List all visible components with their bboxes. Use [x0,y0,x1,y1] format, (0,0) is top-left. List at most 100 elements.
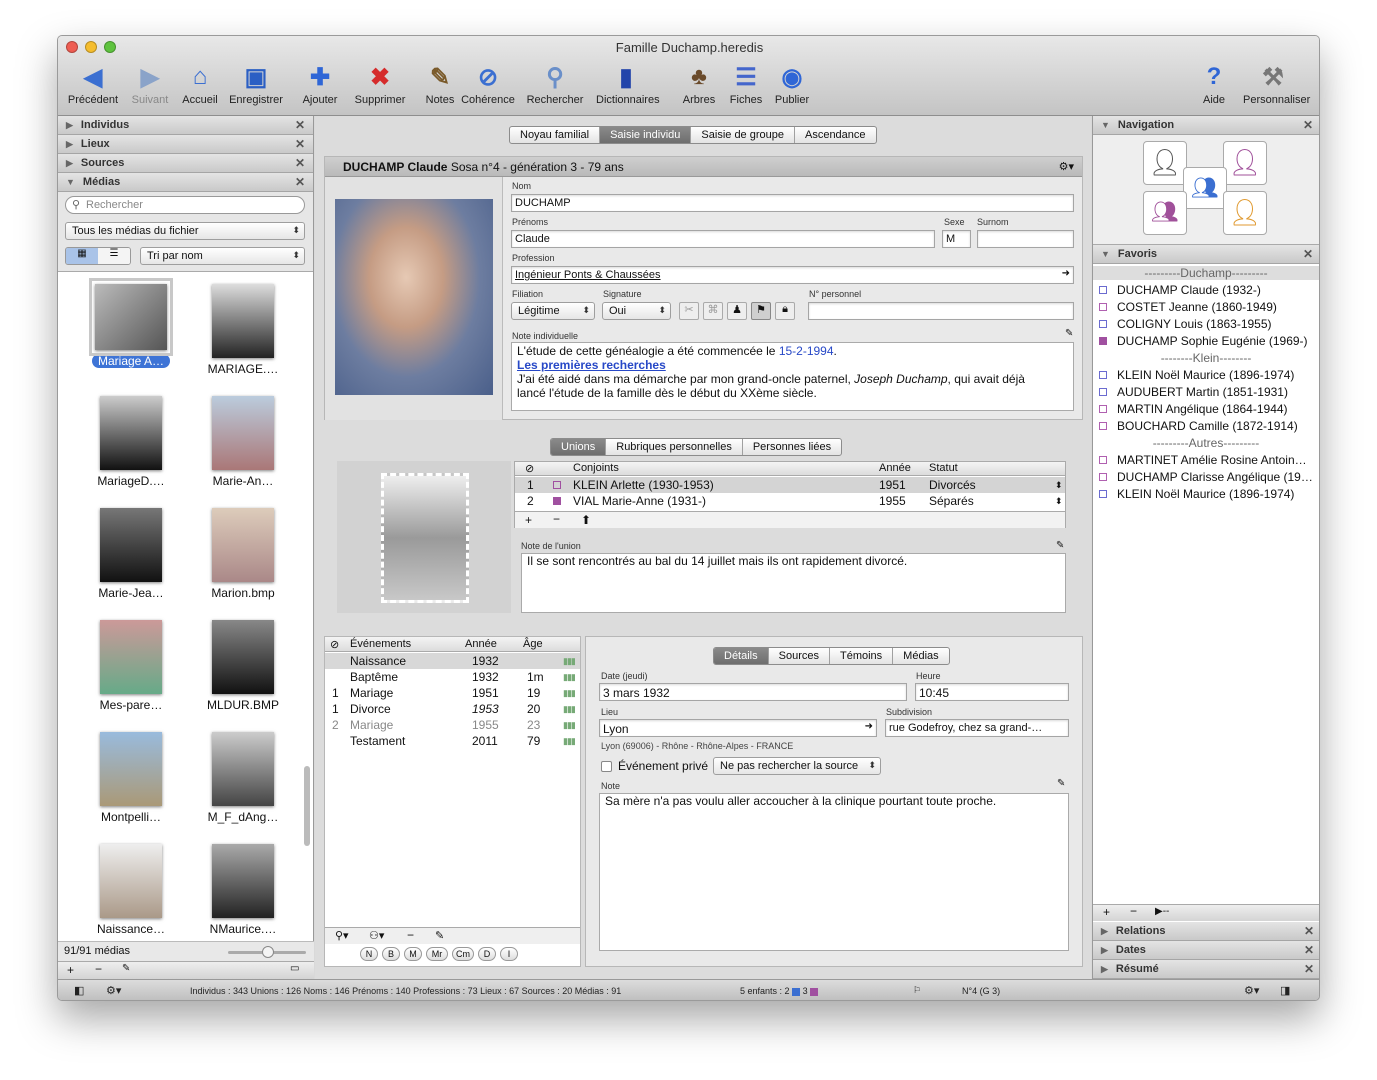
favori-item[interactable]: BOUCHARD Camille (1872-1914) [1099,419,1298,433]
prenoms-field[interactable]: Claude [511,230,935,248]
dates-header[interactable]: ▶ Dates ✕ [1093,941,1319,960]
event-filter-button[interactable]: N [360,947,378,961]
media-filter-select[interactable]: Tous les médias du fichier [65,222,305,240]
gear-icon[interactable]: ⚙▾ [106,984,121,997]
section-lieux[interactable]: ▶ Lieux ✕ [58,135,313,154]
col-statut[interactable]: Statut [929,462,958,474]
toolbar-home-button[interactable]: ⌂ Accueil [170,62,230,106]
event-filter-button[interactable]: M [404,947,422,961]
flag-icon[interactable]: ⚑ [751,302,771,320]
lieu-field[interactable]: Lyon ➜ [599,719,877,737]
gear-icon[interactable]: ⚙▾ [1059,160,1074,173]
signature-select[interactable]: Oui [602,302,671,320]
separator-button[interactable]: ▶-- [1155,906,1169,917]
tab-personnes-liées[interactable]: Personnes liées [743,439,841,455]
media-thumbnail[interactable]: Marie-Jea… [76,504,186,614]
event-filter-button[interactable]: I [500,947,518,961]
panel-toggle-icon[interactable]: ◨ [1280,984,1290,997]
section-medias[interactable]: ▼ Médias ✕ [58,173,313,192]
favori-item[interactable]: COLIGNY Louis (1863-1955) [1099,317,1272,331]
col-conjoints[interactable]: Conjoints [573,462,619,474]
father-icon[interactable]: 👤︎ [1143,141,1187,185]
spouse-icon[interactable]: 👥︎ [1143,191,1187,235]
favori-item[interactable]: DUCHAMP Claude (1932-) [1099,283,1261,297]
toolbar-tools-button[interactable]: ⚒ Personnaliser [1243,62,1310,107]
prive-checkbox[interactable] [601,761,612,772]
stepper-icon[interactable]: ⬍ [1055,480,1063,491]
close-icon[interactable]: ✕ [295,175,305,189]
favori-item[interactable]: AUDUBERT Martin (1851-1931) [1099,385,1288,399]
favoris-header[interactable]: ▼ Favoris ✕ [1093,245,1319,264]
family-icon[interactable]: 👥︎ [1183,167,1227,209]
book-icon[interactable]: ▭ [290,963,299,974]
remove-favori-button[interactable]: − [1130,904,1137,918]
sidebar-toggle-icon[interactable]: ◧ [74,984,84,997]
portrait-photo[interactable] [335,199,493,395]
toolbar-magnifier-button[interactable]: ⚲ Rechercher [525,62,585,107]
mother-icon[interactable]: 👤︎ [1223,141,1267,185]
toolbar-delete-x-button[interactable]: ✖ Supprimer [350,62,410,107]
col-annee[interactable]: Année [879,462,911,474]
event-row[interactable]: Baptême 1932 1m ▮▮▮ [325,669,580,685]
tab-sources[interactable]: Sources [769,648,830,664]
tab-saisie-de-groupe[interactable]: Saisie de groupe [691,127,795,143]
note-link[interactable]: Les premières recherches [517,358,1068,372]
event-row[interactable]: 1 Divorce 1953 20 ▮▮▮ [325,701,580,717]
surnom-field[interactable] [977,230,1074,248]
media-thumbnail[interactable]: MariageD.… [76,392,186,502]
up-arrow-icon[interactable]: ⬆ [581,513,591,527]
tab-rubriques-personnelles[interactable]: Rubriques personnelles [606,439,743,455]
tab-témoins[interactable]: Témoins [830,648,894,664]
close-icon[interactable]: ✕ [295,137,305,151]
event-row[interactable]: 2 Mariage 1955 23 ▮▮▮ [325,717,580,733]
union-note[interactable]: Il se sont rencontrés au bal du 14 juill… [521,553,1066,613]
relations-header[interactable]: ▶ Relations ✕ [1093,922,1319,941]
zoom-slider[interactable] [228,946,306,958]
media-thumbnail[interactable]: Marion.bmp [188,504,298,614]
pencil-icon[interactable]: ✎ [1056,540,1064,551]
pencil-icon[interactable]: ✎ [1057,778,1065,789]
close-icon[interactable]: ✕ [295,118,305,132]
search-input[interactable]: ⚲ Rechercher [65,196,305,214]
event-note[interactable]: Sa mère n'a pas voulu aller accoucher à … [599,793,1069,951]
media-thumbnail[interactable]: Naissance… [76,840,186,940]
nom-field[interactable]: DUCHAMP [511,194,1074,212]
close-icon[interactable]: ✕ [1304,924,1314,938]
media-thumbnail[interactable]: Montpelli… [76,728,186,838]
media-thumbnail[interactable]: Mes-pare… [76,616,186,726]
filiation-select[interactable]: Légitime [511,302,595,320]
event-row[interactable]: Naissance 1932 ▮▮▮ [325,653,580,669]
lock-icon[interactable]: 🔒︎ [775,302,795,320]
person-icon[interactable]: ♟ [727,302,747,320]
sort-select[interactable]: Tri par nom [140,247,305,265]
event-filter-button[interactable]: Cm [452,947,474,961]
add-media-button[interactable]: + [67,963,74,977]
go-arrow-icon[interactable]: ➜ [865,721,873,732]
grid-view-icon[interactable]: ▦ [66,248,98,264]
media-thumbnail[interactable]: M_F_dAng… [188,728,298,838]
link-icon[interactable]: ⌘ [703,302,723,320]
close-icon[interactable]: ✕ [1303,247,1313,261]
section-sources[interactable]: ▶ Sources ✕ [58,154,313,173]
media-thumbnail[interactable]: NMaurice.… [188,840,298,940]
profession-field[interactable]: Ingénieur Ponts & Chaussées ➜ [511,266,1074,284]
event-filter-button[interactable]: Mr [426,947,448,961]
tab-saisie-individu[interactable]: Saisie individu [600,127,692,143]
child-icon[interactable]: 👤︎ [1223,191,1267,235]
num-field[interactable] [808,302,1074,320]
list-view-icon[interactable]: ☰ [98,248,130,264]
pencil-icon[interactable]: ✎ [435,929,444,942]
navigation-header[interactable]: ▼ Navigation ✕ [1093,116,1319,135]
resume-header[interactable]: ▶ Résumé ✕ [1093,960,1319,979]
remove-event-button[interactable]: − [407,928,414,942]
add-union-button[interactable]: + [525,513,532,527]
media-scrollbar[interactable] [304,766,310,846]
favori-item[interactable]: KLEIN Noël Maurice (1896-1974) [1099,487,1294,501]
favori-item[interactable]: MARTINET Amélie Rosine Antoin… [1099,453,1307,467]
go-arrow-icon[interactable]: ➜ [1062,268,1070,279]
tab-noyau-familial[interactable]: Noyau familial [510,127,601,143]
subdiv-field[interactable]: rue Godefroy, chez sa grand-… [885,719,1069,737]
event-filter-button[interactable]: B [382,947,400,961]
event-row[interactable]: 1 Mariage 1951 19 ▮▮▮ [325,685,580,701]
remove-media-button[interactable]: − [95,962,102,976]
